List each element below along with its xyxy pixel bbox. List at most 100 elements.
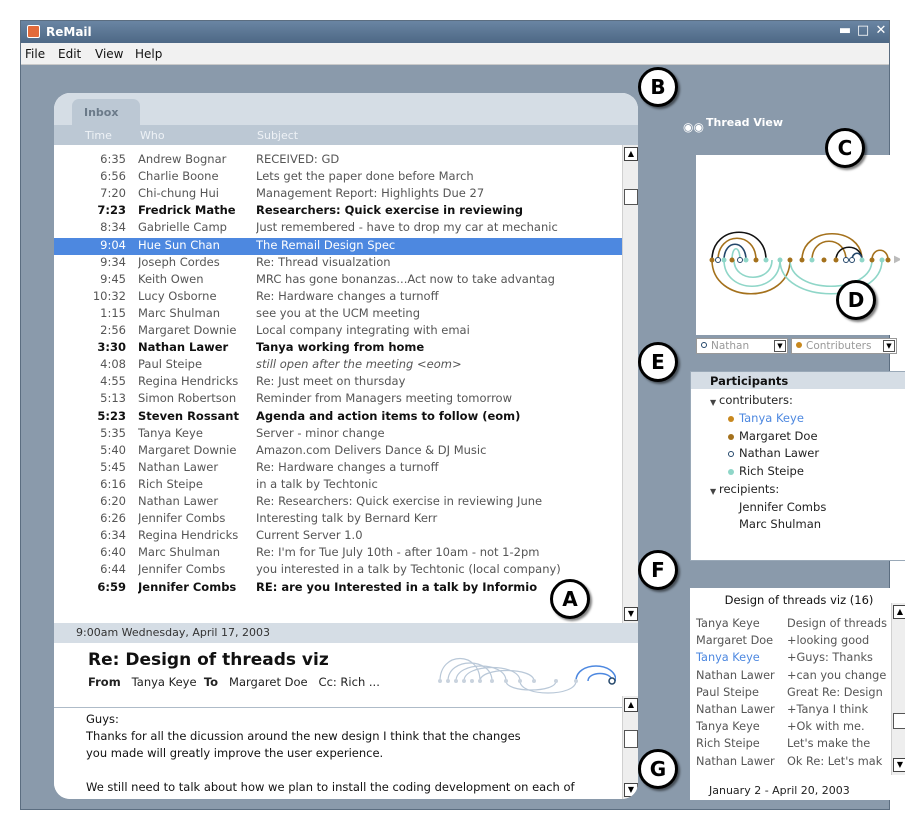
scroll-up-icon[interactable]: ▲ xyxy=(624,147,638,161)
contributor-name[interactable]: Tanya Keye xyxy=(739,411,804,425)
message-row[interactable]: 9:34 Joseph Cordes Re: Thread visualzation xyxy=(54,255,622,272)
message-row[interactable]: 6:34 Regina Hendricks Current Server 1.0 xyxy=(54,528,622,545)
thread-scrollbar[interactable]: ▲ ▼ xyxy=(891,603,905,775)
thread-row[interactable]: Margaret Doe +looking good xyxy=(690,634,891,650)
message-time: 9:34 xyxy=(100,254,126,269)
contributor-name[interactable]: Nathan Lawer xyxy=(739,446,819,460)
message-row[interactable]: 9:04 Hue Sun Chan The Remail Design Spec xyxy=(54,237,622,255)
message-time: 7:20 xyxy=(100,186,126,201)
message-row[interactable]: 9:45 Keith Owen MRC has gone bonanzas...Ac… xyxy=(54,272,622,289)
close-icon[interactable]: ✕ xyxy=(873,23,889,39)
scroll-thumb[interactable] xyxy=(624,730,638,748)
message-row[interactable]: 1:15 Marc Shulman see you at the UCM meeti… xyxy=(54,306,622,323)
thread-date-range: January 2 - April 20, 2003 xyxy=(709,784,850,797)
message-row[interactable]: 5:35 Tanya Keye Server - minor change xyxy=(54,426,622,443)
message-subject-cell: Current Server 1.0 xyxy=(256,528,363,543)
scroll-down-icon[interactable]: ▼ xyxy=(624,607,638,621)
app-logo-icon xyxy=(27,25,40,38)
thread-row[interactable]: Nathan Lawer +Tanya I think xyxy=(690,703,891,719)
expand-triangle-icon[interactable]: ▼ xyxy=(710,398,716,407)
message-row[interactable]: 5:13 Simon Robertson Reminder from Manager… xyxy=(54,391,622,408)
message-subject-cell: see you at the UCM meeting xyxy=(256,305,420,320)
to-value[interactable]: Margaret Doe xyxy=(229,675,308,689)
message-row[interactable]: 7:20 Chi-chung Hui Management Report: High… xyxy=(54,186,622,203)
menu-help[interactable]: Help xyxy=(135,47,162,61)
callout-g: G xyxy=(638,749,678,789)
thread-row[interactable]: Nathan Lawer +can you change xyxy=(690,669,891,685)
message-row[interactable]: 7:23 Fredrick Mathe Researchers: Quick exe… xyxy=(54,203,622,220)
recipients-label: recipients: xyxy=(719,482,780,496)
message-body-scrollbar[interactable]: ▲ ▼ xyxy=(622,696,638,799)
menu-edit[interactable]: Edit xyxy=(58,47,81,61)
thread-row[interactable]: Rich Steipe Let's make the xyxy=(690,737,891,753)
column-time[interactable]: Time xyxy=(85,129,112,142)
scroll-thumb[interactable] xyxy=(893,713,905,729)
message-time: 5:45 xyxy=(100,459,126,474)
cc-value[interactable]: Cc: Rich ... xyxy=(319,675,380,689)
chevron-down-icon[interactable]: ▼ xyxy=(883,340,895,352)
scroll-up-icon[interactable]: ▲ xyxy=(893,605,905,619)
thread-row[interactable]: Paul Steipe Great Re: Design xyxy=(690,686,891,702)
message-time: 6:59 xyxy=(97,579,126,594)
column-subject[interactable]: Subject xyxy=(257,129,298,142)
message-row[interactable]: 6:35 Andrew Bognar RECEIVED: GD xyxy=(54,152,622,169)
minimize-icon[interactable]: ▬ xyxy=(837,23,853,39)
message-sender: Steven Rossant xyxy=(138,408,239,423)
message-meta: From Tanya Keye To Margaret Doe Cc: Rich… xyxy=(88,675,380,689)
message-subject-cell: in a talk by Techtonic xyxy=(256,476,378,491)
message-subject-cell: Amazon.com Delivers Dance & DJ Music xyxy=(256,442,487,457)
message-row[interactable]: 10:32 Lucy Osborne Re: Hardware changes a … xyxy=(54,289,622,306)
message-row[interactable]: 5:23 Steven Rossant Agenda and action item… xyxy=(54,409,622,426)
message-row[interactable]: 6:16 Rich Steipe in a talk by Techtonic xyxy=(54,477,622,494)
message-subject-cell: Re: Researchers: Quick exercise in revie… xyxy=(256,494,543,508)
message-sender: Simon Robertson xyxy=(138,391,237,406)
message-row[interactable]: 6:40 Marc Shulman Re: I'm for Tue July 10t… xyxy=(54,545,622,562)
message-row[interactable]: 6:56 Charlie Boone Lets get the paper done… xyxy=(54,169,622,186)
message-row[interactable]: 6:20 Nathan Lawer Re: Researchers: Quick e… xyxy=(54,494,622,511)
thread-row[interactable]: Tanya Keye +Ok with me. xyxy=(690,720,891,736)
scroll-up-icon[interactable]: ▲ xyxy=(624,698,638,712)
expand-triangle-icon[interactable]: ▼ xyxy=(710,487,716,496)
message-row[interactable]: 5:40 Margaret Downie Amazon.com Delivers D… xyxy=(54,443,622,460)
thread-row[interactable]: Tanya Keye Design of threads xyxy=(690,617,891,633)
contributor-name[interactable]: Rich Steipe xyxy=(739,464,804,478)
recipient-name[interactable]: Jennifer Combs xyxy=(739,500,826,514)
message-date: 9:00am Wednesday, April 17, 2003 xyxy=(54,623,638,643)
maximize-icon[interactable]: □ xyxy=(855,23,871,39)
thread-row[interactable]: Tanya Keye +Guys: Thanks xyxy=(690,651,891,667)
message-list-scrollbar[interactable]: ▲ ▼ xyxy=(622,145,638,623)
from-label: From xyxy=(88,675,121,689)
column-who[interactable]: Who xyxy=(140,129,165,142)
message-time: 5:35 xyxy=(100,425,126,440)
thread-list: Tanya Keye Design of threads Margaret Doe +… xyxy=(690,613,891,788)
message-row[interactable]: 4:55 Regina Hendricks Re: Just meet on thu… xyxy=(54,374,622,391)
scroll-down-icon[interactable]: ▼ xyxy=(893,758,905,772)
message-row[interactable]: 4:08 Paul Steipe still open after the meet… xyxy=(54,357,622,374)
message-row[interactable]: 5:45 Nathan Lawer Re: Hardware changes a t… xyxy=(54,460,622,477)
chevron-down-icon[interactable]: ▼ xyxy=(774,340,786,352)
message-row[interactable]: 3:30 Nathan Lawer Tanya working from home xyxy=(54,340,622,357)
thread-row[interactable]: Nathan Lawer Ok Re: Let's mak xyxy=(690,755,891,771)
person-filter-dropdown[interactable]: Nathan ▼ xyxy=(696,338,788,354)
message-row[interactable]: 8:34 Gabrielle Camp Just remembered - have… xyxy=(54,220,622,237)
message-row[interactable]: 6:44 Jennifer Combs you interested in a ta… xyxy=(54,562,622,579)
message-row[interactable]: 6:59 Jennifer Combs RE: are you Interested… xyxy=(54,580,622,597)
recipient-name[interactable]: Marc Shulman xyxy=(739,517,821,531)
menu-file[interactable]: File xyxy=(25,47,45,61)
message-time: 3:30 xyxy=(97,340,126,355)
message-sender: Nathan Lawer xyxy=(138,494,219,508)
contributor-name[interactable]: Margaret Doe xyxy=(739,429,818,443)
message-subject-cell: Tanya working from home xyxy=(256,340,425,355)
message-row[interactable]: 2:56 Margaret Downie Local company integra… xyxy=(54,323,622,340)
message-sender: Nathan Lawer xyxy=(138,459,219,474)
role-filter-dropdown[interactable]: Contributers ▼ xyxy=(791,338,897,354)
message-time: 4:08 xyxy=(100,357,126,372)
message-sender: Jennifer Combs xyxy=(138,511,226,526)
tab-inbox[interactable]: Inbox xyxy=(72,99,140,125)
message-row[interactable]: 6:26 Jennifer Combs Interesting talk by Be… xyxy=(54,511,622,528)
thread-snippet: +Guys: Thanks xyxy=(787,651,873,665)
menu-view[interactable]: View xyxy=(95,47,123,61)
scroll-down-icon[interactable]: ▼ xyxy=(624,783,638,797)
scroll-thumb[interactable] xyxy=(624,189,638,205)
from-value[interactable]: Tanya Keye xyxy=(132,675,197,689)
